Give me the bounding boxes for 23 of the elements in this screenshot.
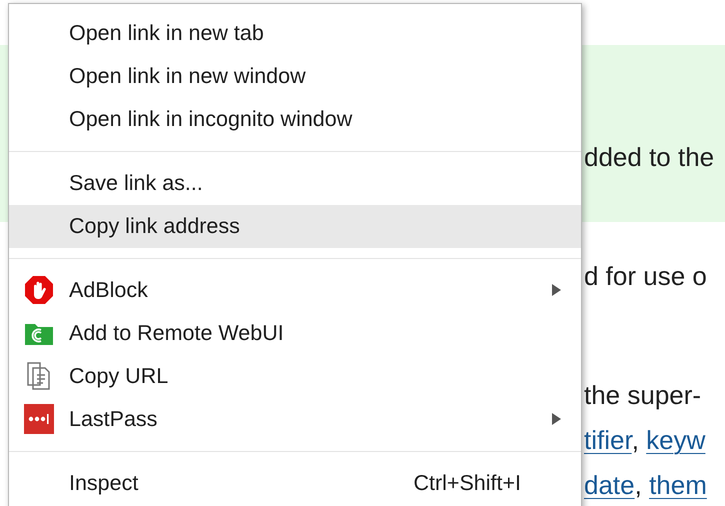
page-link[interactable]: them	[649, 470, 707, 500]
menu-item[interactable]: Open link in new tab	[9, 12, 581, 55]
menu-item[interactable]: Save link as...	[9, 162, 581, 205]
menu-item[interactable]: Open link in new window	[9, 55, 581, 98]
menu-item[interactable]: Add to Remote WebUI	[9, 312, 581, 355]
menu-item[interactable]: Open link in incognito window	[9, 98, 581, 141]
shortcut-label: Ctrl+Shift+I	[413, 470, 521, 498]
page-text: dded to the	[584, 142, 716, 172]
menu-item[interactable]: Copy URL	[9, 355, 581, 398]
documents-icon	[26, 361, 52, 391]
page-text: d for use o	[584, 261, 708, 291]
page-text: the super-	[584, 380, 702, 410]
menu-item[interactable]: LastPass	[9, 398, 581, 441]
page-link[interactable]: keyw	[646, 425, 706, 455]
page-link[interactable]: tifier	[584, 425, 632, 455]
page-link[interactable]: date	[584, 470, 635, 500]
menu-item[interactable]: Copy link address	[9, 205, 581, 248]
stop-hand-icon	[24, 275, 54, 305]
dots-icon	[24, 404, 54, 434]
page-text: date, them	[584, 470, 708, 500]
menu-item[interactable]: Inspect Ctrl+Shift+I	[9, 462, 581, 505]
page-text: tifier, keyw	[584, 425, 706, 455]
menu-item[interactable]: AdBlock	[9, 269, 581, 312]
